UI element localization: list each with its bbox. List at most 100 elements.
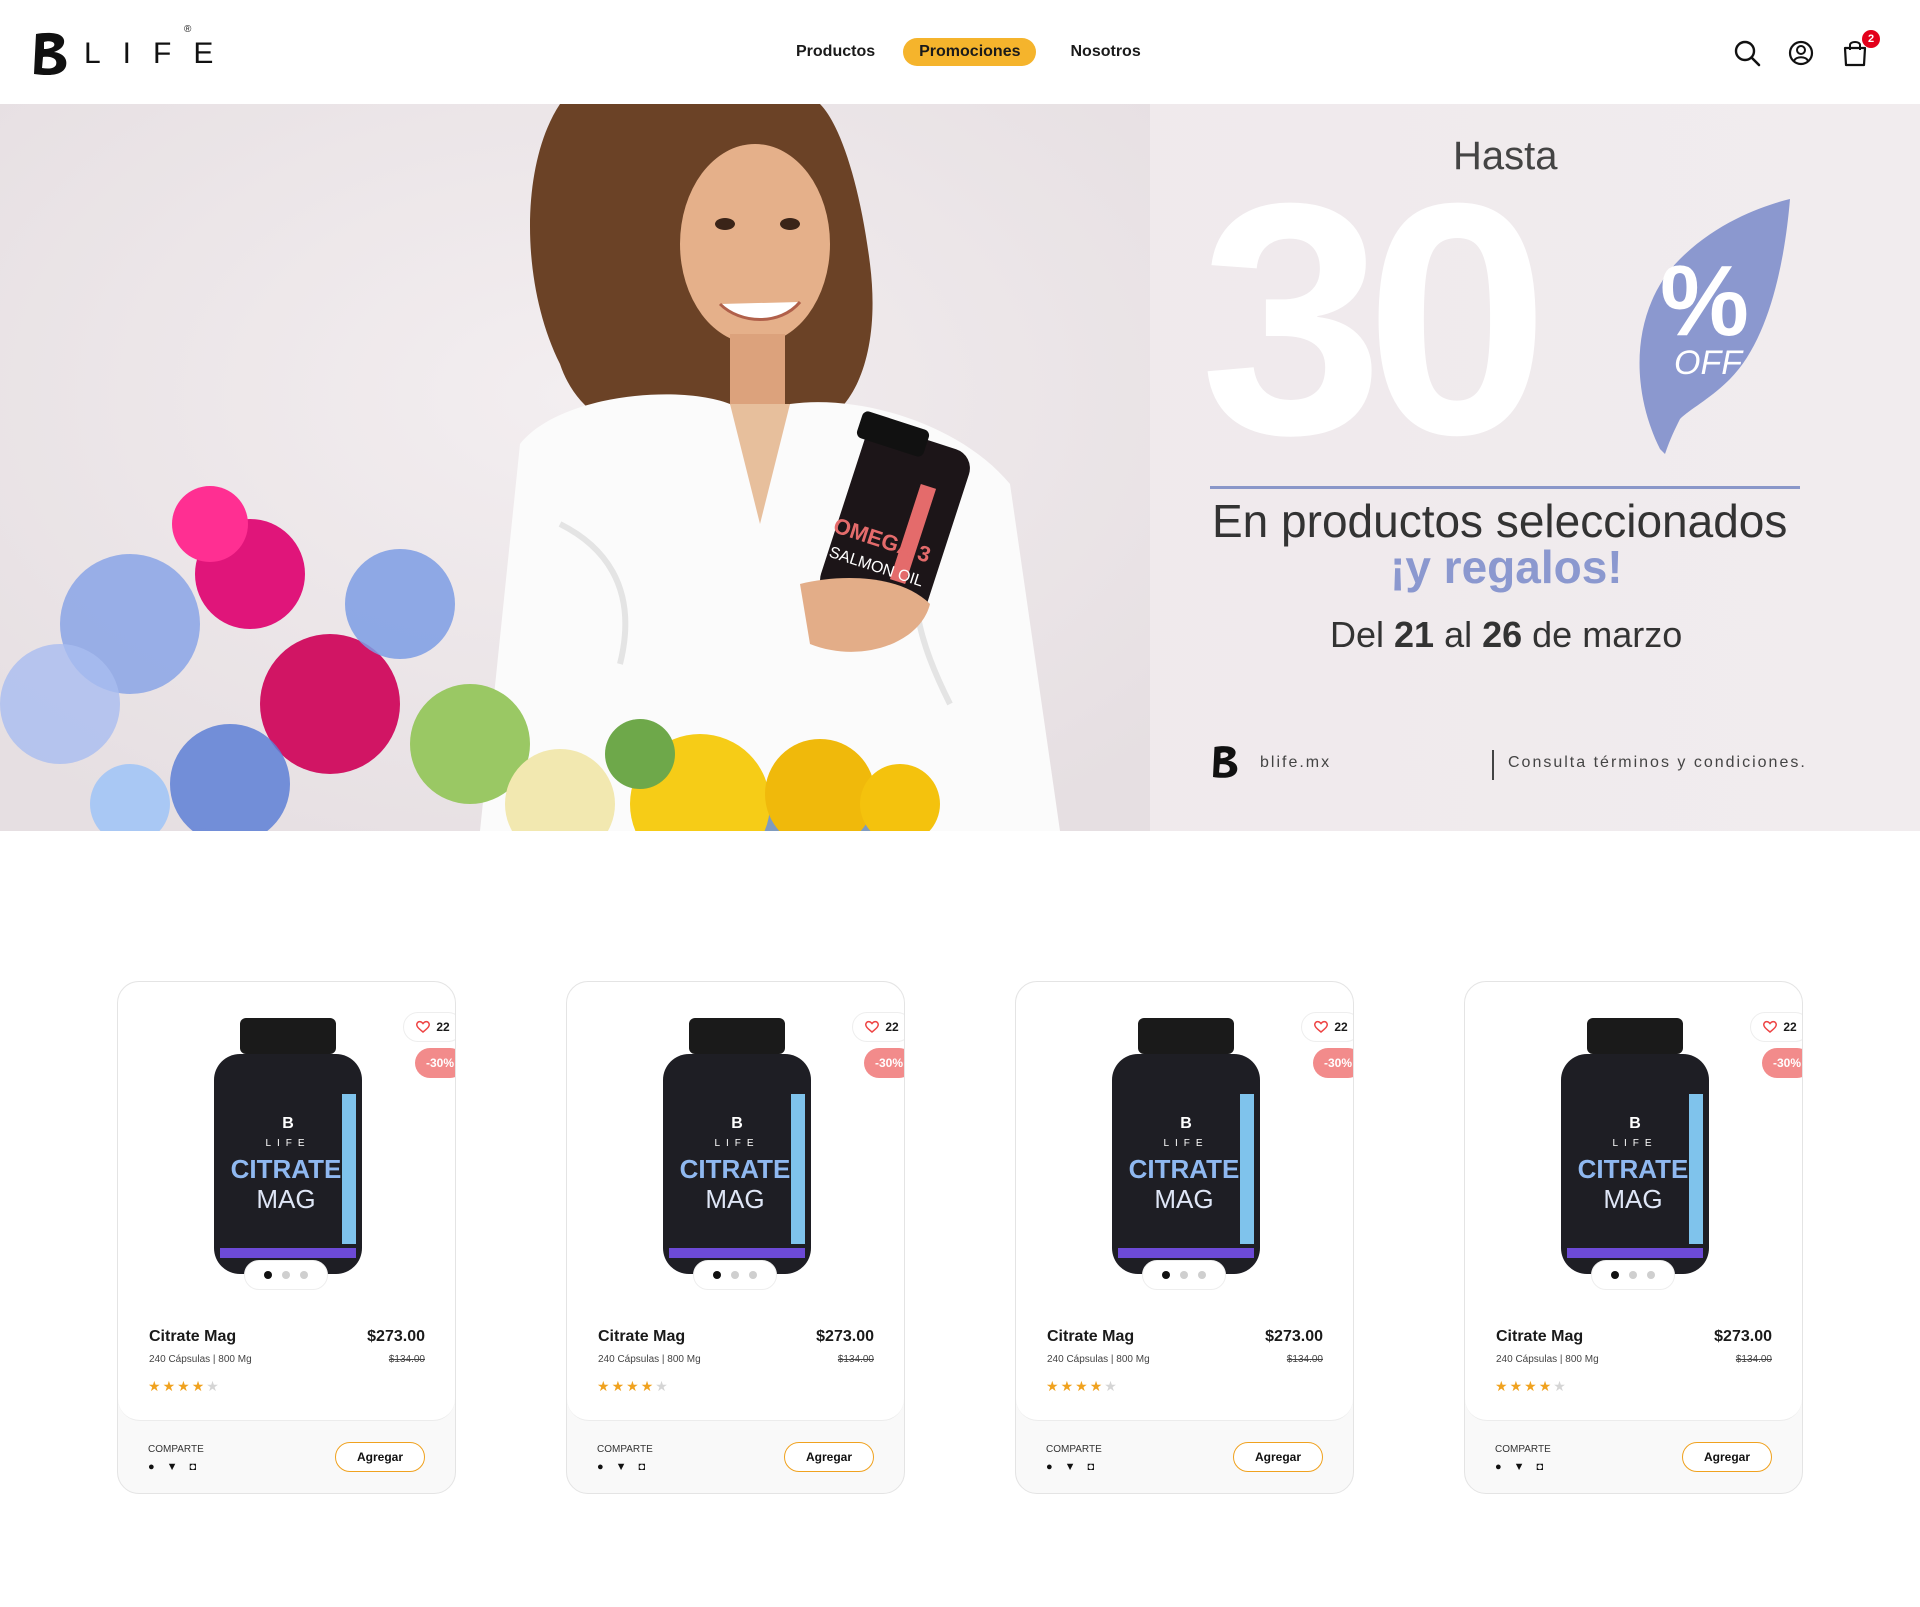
star-icon: ★ xyxy=(597,1378,610,1394)
star-empty-icon: ★ xyxy=(1104,1378,1117,1394)
star-icon: ★ xyxy=(1075,1378,1088,1394)
share-label: COMPARTE xyxy=(1495,1444,1551,1455)
facebook-icon[interactable]: ● xyxy=(1495,1461,1502,1473)
facebook-icon[interactable]: ● xyxy=(1046,1461,1053,1473)
star-icon: ★ xyxy=(148,1378,161,1394)
facebook-icon[interactable]: ● xyxy=(148,1461,155,1473)
twitter-icon[interactable]: ▼ xyxy=(1065,1461,1076,1473)
bottle-text-mag: MAG xyxy=(1154,1184,1213,1214)
bottle-brand-b-icon: B xyxy=(282,1115,294,1132)
star-icon: ★ xyxy=(1509,1378,1523,1394)
product-name[interactable]: Citrate Mag xyxy=(598,1328,685,1346)
product-card[interactable]: 22 -30% B LIFE CITRATE MAG Citrate Mag 2… xyxy=(1015,981,1354,1494)
favorite-button[interactable]: 22 xyxy=(1301,1012,1353,1042)
bottle-text-mag: MAG xyxy=(1603,1184,1662,1214)
product-price: $273.00 xyxy=(1265,1328,1323,1345)
discount-badge: -30% xyxy=(415,1048,455,1078)
registered-mark-icon: ® xyxy=(184,24,192,35)
brand-wordmark: LIFE xyxy=(84,37,236,70)
product-price: $273.00 xyxy=(367,1328,425,1345)
product-bottle-image[interactable]: B LIFE CITRATE MAG xyxy=(1561,1018,1709,1280)
carousel-dot[interactable] xyxy=(1647,1271,1655,1279)
promo-hero-banner[interactable]: OMEGA 3 SALMON OIL Hasta 30 % OFF En pro… xyxy=(0,104,1920,831)
date-suffix: de marzo xyxy=(1522,614,1683,655)
product-bottle-image[interactable]: B LIFE CITRATE MAG xyxy=(663,1018,811,1280)
bottle-text-citrate: CITRATE xyxy=(1578,1154,1689,1184)
favorite-button[interactable]: 22 xyxy=(852,1012,904,1042)
bottle-text-citrate: CITRATE xyxy=(1129,1154,1240,1184)
favorite-button[interactable]: 22 xyxy=(403,1012,455,1042)
rating-stars: ★ ★ ★ ★ ★ xyxy=(148,1378,219,1395)
product-bottle-image[interactable]: B LIFE CITRATE MAG xyxy=(214,1018,362,1280)
image-carousel-dots[interactable] xyxy=(693,1260,777,1290)
carousel-dot[interactable] xyxy=(713,1271,721,1279)
product-bottle-image[interactable]: B LIFE CITRATE MAG xyxy=(1112,1018,1260,1280)
rating-stars: ★ ★ ★ ★ ★ xyxy=(597,1378,668,1395)
date-end: 26 xyxy=(1482,614,1523,655)
product-description: 240 Cápsulas | 800 Mg xyxy=(1496,1354,1599,1365)
add-to-cart-button[interactable]: Agregar xyxy=(1682,1442,1772,1472)
favorite-button[interactable]: 22 xyxy=(1750,1012,1802,1042)
share-label: COMPARTE xyxy=(1046,1444,1102,1455)
facebook-icon[interactable]: ● xyxy=(597,1461,604,1473)
product-name[interactable]: Citrate Mag xyxy=(1496,1328,1583,1346)
heart-icon xyxy=(865,1020,880,1033)
share-label: COMPARTE xyxy=(597,1444,653,1455)
share-icons: ● ▼ ◘ xyxy=(1495,1461,1543,1473)
star-empty-icon: ★ xyxy=(655,1378,668,1394)
carousel-dot[interactable] xyxy=(1180,1271,1188,1279)
carousel-dot[interactable] xyxy=(300,1271,308,1279)
carousel-dot[interactable] xyxy=(731,1271,739,1279)
search-icon[interactable] xyxy=(1732,38,1762,68)
instagram-icon[interactable]: ◘ xyxy=(639,1461,646,1473)
product-card-top: 22 -30% B LIFE CITRATE MAG Citrate Mag 2… xyxy=(1016,982,1353,1421)
nav-promociones[interactable]: Promociones xyxy=(903,38,1037,66)
add-to-cart-button[interactable]: Agregar xyxy=(1233,1442,1323,1472)
star-half-icon: ★ xyxy=(640,1378,654,1394)
twitter-icon[interactable]: ▼ xyxy=(167,1461,178,1473)
share-icons: ● ▼ ◘ xyxy=(597,1461,645,1473)
product-name[interactable]: Citrate Mag xyxy=(149,1328,236,1346)
add-to-cart-button[interactable]: Agregar xyxy=(784,1442,874,1472)
carousel-dot[interactable] xyxy=(1162,1271,1170,1279)
main-nav: Productos Promociones Nosotros xyxy=(780,38,1157,66)
image-carousel-dots[interactable] xyxy=(1142,1260,1226,1290)
nav-nosotros[interactable]: Nosotros xyxy=(1054,38,1156,66)
instagram-icon[interactable]: ◘ xyxy=(190,1461,197,1473)
nav-productos[interactable]: Productos xyxy=(780,38,891,66)
favorite-count: 22 xyxy=(436,1020,450,1034)
date-prefix: Del xyxy=(1330,614,1395,655)
instagram-icon[interactable]: ◘ xyxy=(1088,1461,1095,1473)
twitter-icon[interactable]: ▼ xyxy=(1514,1461,1525,1473)
promo-text-block: Hasta 30 % OFF En productos seleccionado… xyxy=(1200,104,1840,831)
carousel-dot[interactable] xyxy=(1198,1271,1206,1279)
image-carousel-dots[interactable] xyxy=(1591,1260,1675,1290)
twitter-icon[interactable]: ▼ xyxy=(616,1461,627,1473)
discount-badge: -30% xyxy=(1762,1048,1802,1078)
product-description: 240 Cápsulas | 800 Mg xyxy=(598,1354,701,1365)
heart-icon xyxy=(1314,1020,1329,1033)
heart-icon xyxy=(416,1020,431,1033)
product-card[interactable]: 22 -30% B LIFE CITRATE MAG Citrate Mag 2… xyxy=(566,981,905,1494)
star-empty-icon: ★ xyxy=(1553,1378,1566,1394)
promo-divider xyxy=(1210,486,1800,489)
account-icon[interactable] xyxy=(1786,38,1816,68)
carousel-dot[interactable] xyxy=(1611,1271,1619,1279)
add-to-cart-button[interactable]: Agregar xyxy=(335,1442,425,1472)
promo-terms-link[interactable]: Consulta términos y condiciones. xyxy=(1508,754,1807,772)
product-card[interactable]: 22 -30% B LIFE CITRATE MAG Citrate Mag 2… xyxy=(117,981,456,1494)
product-card[interactable]: 22 -30% B LIFE CITRATE MAG Citrate Mag 2… xyxy=(1464,981,1803,1494)
promo-footer-divider xyxy=(1492,750,1494,780)
product-name[interactable]: Citrate Mag xyxy=(1047,1328,1134,1346)
bottle-brand-b-icon: B xyxy=(731,1115,743,1132)
share-label: COMPARTE xyxy=(148,1444,204,1455)
carousel-dot[interactable] xyxy=(282,1271,290,1279)
carousel-dot[interactable] xyxy=(749,1271,757,1279)
star-icon: ★ xyxy=(626,1378,639,1394)
cart-button[interactable]: 2 xyxy=(1840,30,1880,68)
carousel-dot[interactable] xyxy=(1629,1271,1637,1279)
carousel-dot[interactable] xyxy=(264,1271,272,1279)
image-carousel-dots[interactable] xyxy=(244,1260,328,1290)
instagram-icon[interactable]: ◘ xyxy=(1537,1461,1544,1473)
brand-logo[interactable]: LIFE ® xyxy=(30,24,236,78)
